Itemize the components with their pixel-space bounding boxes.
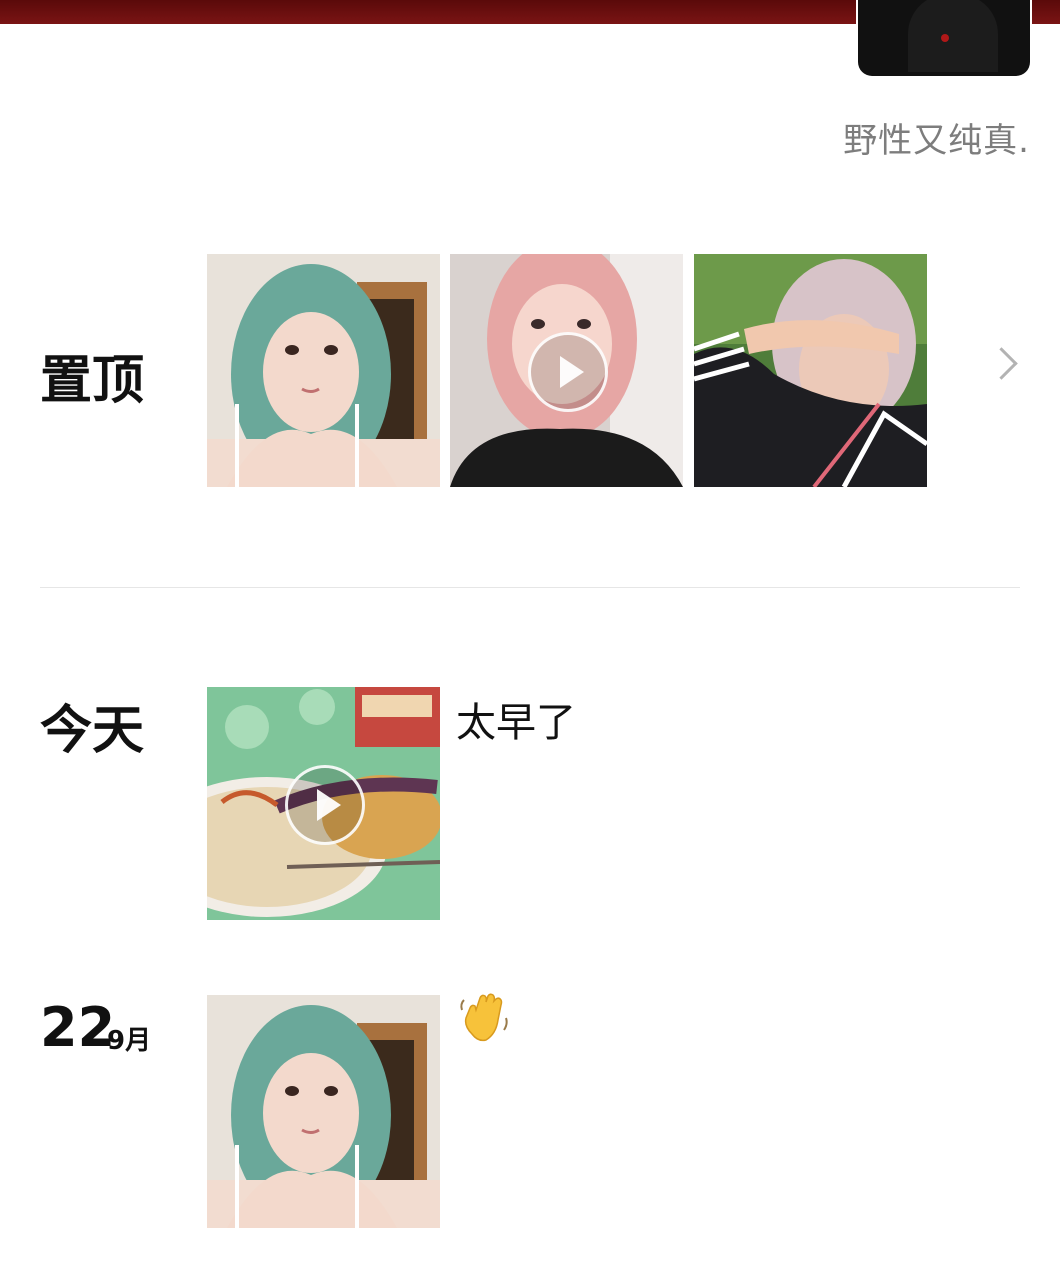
post-caption-today: 太早了 bbox=[456, 700, 576, 746]
post-video-today[interactable] bbox=[207, 687, 440, 920]
shading-eyes-outdoor-image bbox=[694, 254, 927, 487]
pinned-photo-1[interactable] bbox=[207, 254, 440, 487]
post-date-month: 9月 bbox=[107, 1026, 152, 1056]
waving-hand-emoji-icon bbox=[456, 990, 512, 1046]
teal-hair-portrait-image bbox=[207, 995, 440, 1228]
section-divider bbox=[40, 587, 1020, 588]
pinned-photo-3[interactable] bbox=[694, 254, 927, 487]
play-icon[interactable] bbox=[527, 331, 608, 412]
play-icon[interactable] bbox=[284, 764, 365, 845]
chevron-right-icon[interactable] bbox=[985, 347, 1018, 380]
pinned-video-2[interactable] bbox=[450, 254, 683, 487]
post-photo-22sep[interactable] bbox=[207, 995, 440, 1228]
teal-hair-portrait-image bbox=[207, 254, 440, 487]
post-date-today: 今天 bbox=[40, 701, 145, 761]
avatar-pendant bbox=[941, 34, 949, 42]
pinned-label: 置顶 bbox=[40, 351, 145, 411]
avatar-silhouette bbox=[908, 0, 998, 72]
profile-avatar[interactable] bbox=[858, 0, 1030, 76]
post-date-day: 22 bbox=[40, 996, 116, 1059]
profile-signature: 野性又纯真. bbox=[843, 121, 1030, 161]
